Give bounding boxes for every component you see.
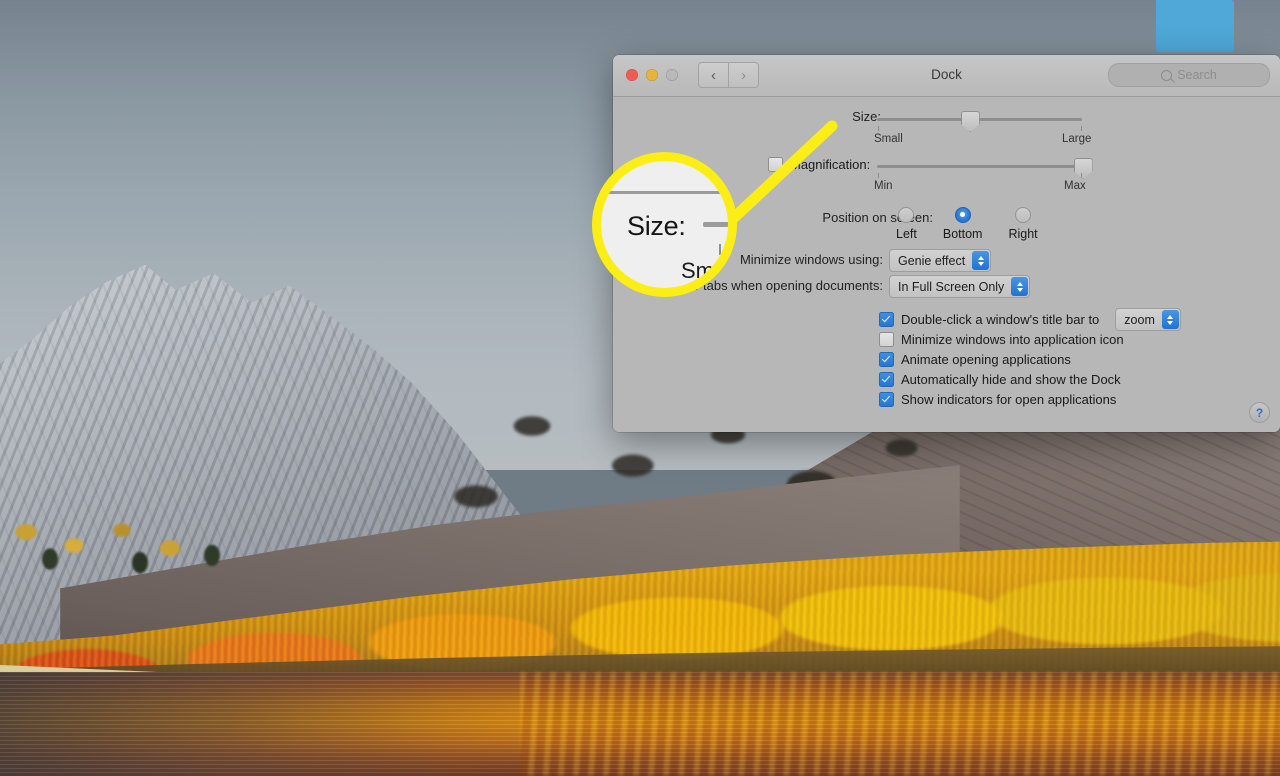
size-tick-max	[1081, 126, 1082, 131]
magnification-slider-track[interactable]	[877, 158, 1093, 179]
magnification-tick-max	[1081, 173, 1082, 178]
help-button[interactable]: ?	[1249, 402, 1270, 423]
wallpaper-small-trees	[0, 496, 290, 586]
magnification-tick-min	[878, 173, 879, 178]
radio-left-label: Left	[896, 227, 917, 241]
position-option-left[interactable]: Left	[896, 207, 917, 241]
magnifier-ring: Size: Sm	[592, 152, 737, 297]
checkbox-row-show-indicators[interactable]: Show indicators for open applications	[879, 392, 1116, 407]
magnified-slider-track	[703, 222, 728, 227]
position-option-bottom[interactable]: Bottom	[942, 207, 983, 241]
size-slider[interactable]: Small Large	[874, 111, 1091, 145]
minimize-into-icon-checkbox[interactable]	[879, 332, 894, 347]
search-field[interactable]: Search	[1108, 63, 1270, 87]
checkbox-row-auto-hide[interactable]: Automatically hide and show the Dock	[879, 372, 1121, 387]
radio-left[interactable]	[898, 207, 915, 223]
double-click-label: Double-click a window's title bar to	[901, 312, 1100, 327]
magnification-min-label: Min	[874, 180, 893, 192]
double-click-checkbox[interactable]	[879, 312, 894, 327]
search-icon	[1161, 69, 1173, 81]
radio-right[interactable]	[1015, 207, 1032, 223]
search-placeholder: Search	[1177, 68, 1217, 82]
size-max-label: Large	[1062, 133, 1092, 145]
checkbox-row-animate-opening[interactable]: Animate opening applications	[879, 352, 1071, 367]
minimize-effect-label: Minimize windows using:	[739, 252, 883, 267]
prefer-tabs-dropdown[interactable]: In Full Screen Only	[889, 275, 1031, 298]
chevron-updown-icon[interactable]	[972, 251, 990, 270]
double-click-action-dropdown[interactable]: zoom	[1115, 308, 1181, 331]
wallpaper-lake-ripples	[0, 672, 1280, 776]
position-radio-group[interactable]: Left Bottom Right	[896, 207, 1038, 241]
magnified-slider-track-top	[605, 191, 728, 194]
radio-bottom[interactable]	[954, 207, 971, 223]
magnification-checkbox[interactable]	[768, 157, 783, 172]
show-indicators-label: Show indicators for open applications	[901, 392, 1117, 407]
minimize-into-icon-label: Minimize windows into application icon	[901, 332, 1124, 347]
auto-hide-checkbox[interactable]	[879, 372, 894, 387]
magnification-slider[interactable]: Min Max	[874, 158, 1093, 192]
size-min-label: Small	[874, 133, 903, 145]
folder-body-icon	[1156, 0, 1234, 52]
size-tick-min	[878, 126, 879, 131]
show-indicators-checkbox[interactable]	[879, 392, 894, 407]
radio-right-label: Right	[1008, 227, 1038, 241]
double-click-action-value: zoom	[1124, 312, 1155, 327]
magnification-label: Magnification:	[790, 157, 871, 172]
radio-bottom-label: Bottom	[942, 227, 983, 241]
folder-icon[interactable]	[1156, 0, 1234, 52]
magnified-slider-tick	[719, 244, 721, 255]
magnified-size-label: Size:	[627, 211, 686, 241]
size-slider-track[interactable]	[877, 111, 1082, 132]
auto-hide-label: Automatically hide and show the Dock	[901, 372, 1121, 387]
prefer-tabs-value: In Full Screen Only	[898, 279, 1005, 294]
magnifier-callout: Size: Sm	[592, 152, 737, 297]
checkbox-row-double-click[interactable]: Double-click a window's title bar to zoo…	[879, 308, 1181, 331]
window-titlebar[interactable]: ‹ › Dock Search	[613, 55, 1280, 97]
checkbox-row-minimize-into-icon[interactable]: Minimize windows into application icon	[879, 332, 1124, 347]
minimize-effect-value: Genie effect	[898, 253, 966, 268]
minimize-effect-dropdown[interactable]: Genie effect	[889, 249, 992, 272]
magnifier-content: Size: Sm	[601, 161, 728, 288]
chevron-updown-icon[interactable]	[1011, 277, 1029, 296]
magnification-row[interactable]: Magnification:	[768, 157, 870, 172]
size-label: Size:	[852, 109, 881, 124]
chevron-updown-icon[interactable]	[1161, 310, 1179, 329]
size-label-wrap: Size:	[781, 109, 881, 124]
magnification-max-label: Max	[1064, 180, 1086, 192]
magnification-slider-handle[interactable]	[1073, 158, 1093, 179]
animate-opening-checkbox[interactable]	[879, 352, 894, 367]
animate-opening-label: Animate opening applications	[901, 352, 1071, 367]
magnified-small-label: Sm	[681, 258, 714, 283]
size-slider-handle[interactable]	[960, 111, 980, 132]
position-option-right[interactable]: Right	[1008, 207, 1038, 241]
